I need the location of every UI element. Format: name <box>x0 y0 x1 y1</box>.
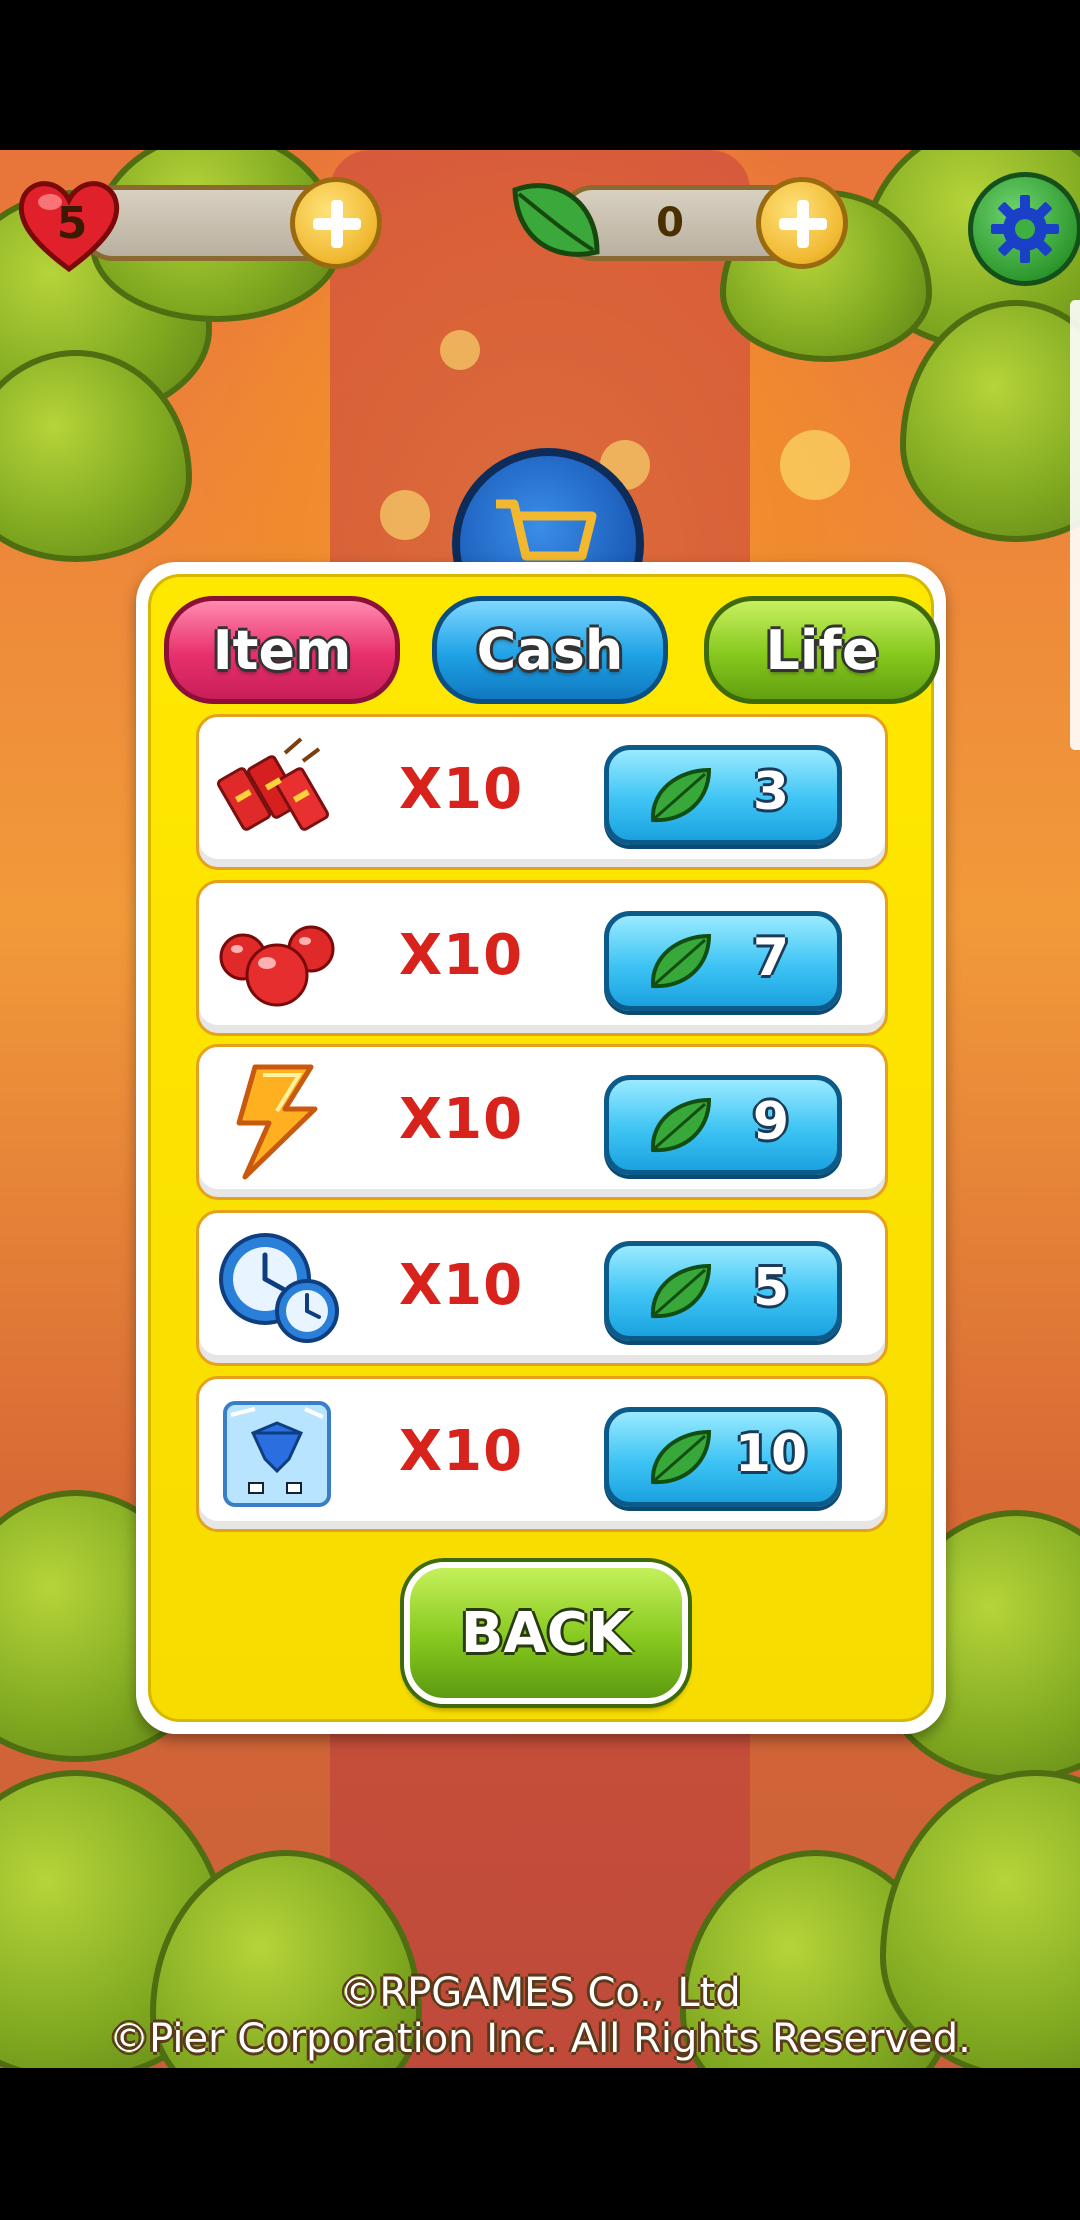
back-button[interactable]: BACK <box>404 1562 688 1704</box>
buy-button[interactable]: 10 <box>604 1407 842 1507</box>
shop-row-red-balls: X10 7 <box>196 880 888 1036</box>
add-lives-button[interactable] <box>290 177 382 269</box>
shop-row-firecracker: X10 3 <box>196 714 888 870</box>
item-price: 5 <box>752 1258 790 1318</box>
tab-life[interactable]: Life <box>704 596 940 704</box>
item-quantity: X10 <box>399 1253 524 1318</box>
gear-icon <box>991 195 1059 263</box>
item-price: 3 <box>752 762 790 822</box>
leaf-icon <box>650 933 712 989</box>
item-quantity: X10 <box>399 1087 524 1152</box>
item-price: 9 <box>752 1092 790 1152</box>
leaf-icon <box>650 1097 712 1153</box>
bokeh-light <box>780 430 850 500</box>
side-scroll-handle <box>1070 300 1080 750</box>
ice-block-icon <box>223 1401 331 1507</box>
item-quantity: X10 <box>399 923 524 988</box>
buy-button[interactable]: 5 <box>604 1241 842 1341</box>
buy-button[interactable]: 3 <box>604 745 842 845</box>
lightning-icon <box>236 1064 318 1180</box>
add-leaves-button[interactable] <box>756 177 848 269</box>
buy-button[interactable]: 7 <box>604 911 842 1011</box>
shop-row-ice-block: X10 10 <box>196 1376 888 1532</box>
bokeh-light <box>380 490 430 540</box>
copyright-line-1: ©RPGAMES Co., Ltd <box>339 1970 741 2016</box>
settings-button[interactable] <box>968 172 1080 286</box>
copyright-line-2: ©Pier Corporation Inc. All Rights Reserv… <box>109 2016 971 2062</box>
item-price: 7 <box>752 928 790 988</box>
firecracker-icon <box>216 737 330 831</box>
bokeh-light <box>440 330 480 370</box>
clock-icon <box>219 1233 339 1343</box>
buy-button[interactable]: 9 <box>604 1075 842 1175</box>
leaf-icon <box>650 767 712 823</box>
item-quantity: X10 <box>399 757 524 822</box>
shop-row-lightning: X10 9 <box>196 1044 888 1200</box>
leaves-count: 0 <box>656 200 684 246</box>
item-price: 10 <box>734 1424 808 1484</box>
tab-item[interactable]: Item <box>164 596 400 704</box>
item-quantity: X10 <box>399 1419 524 1484</box>
red-balls-icon <box>219 925 335 1007</box>
leaf-icon <box>650 1429 712 1485</box>
leaf-icon <box>650 1263 712 1319</box>
shop-row-clock: X10 5 <box>196 1210 888 1366</box>
tab-cash[interactable]: Cash <box>432 596 668 704</box>
lives-count: 5 <box>56 198 88 249</box>
